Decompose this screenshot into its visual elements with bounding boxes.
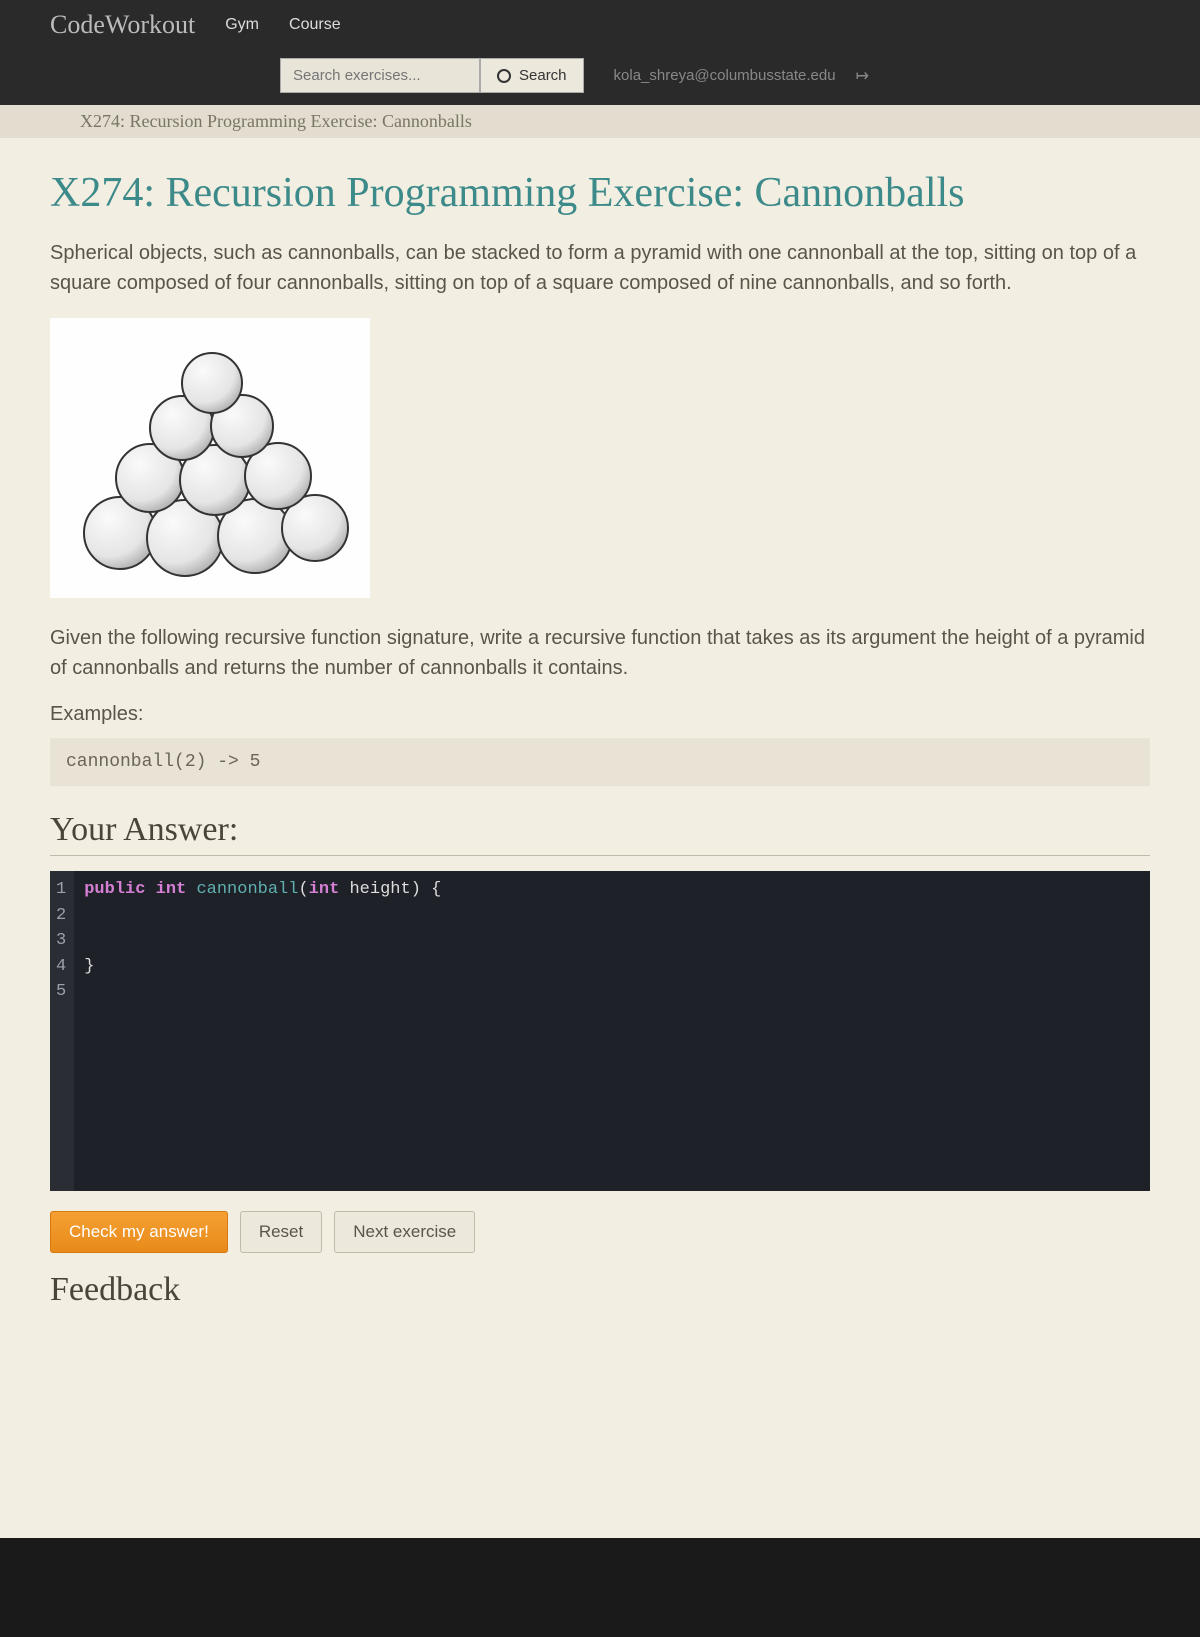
code-line: [84, 928, 1140, 954]
answer-heading: Your Answer:: [50, 811, 1150, 856]
code-editor[interactable]: 1 2 3 4 5 public int cannonball(int heig…: [50, 871, 1150, 1191]
nav-gym[interactable]: Gym: [225, 16, 259, 34]
line-gutter: 1 2 3 4 5: [50, 871, 74, 1191]
content-area: X274: Recursion Programming Exercise: Ca…: [0, 138, 1200, 1538]
code-line: }: [84, 954, 1140, 980]
feedback-heading: Feedback: [50, 1271, 1150, 1309]
search-input[interactable]: [280, 58, 480, 93]
examples-label: Examples:: [50, 703, 1150, 726]
line-number: 4: [56, 954, 66, 980]
example-code: cannonball(2) -> 5: [50, 738, 1150, 786]
breadcrumb: X274: Recursion Programming Exercise: Ca…: [0, 105, 1200, 138]
line-number: 2: [56, 903, 66, 929]
search-button[interactable]: Search: [480, 58, 584, 93]
line-number: 5: [56, 979, 66, 1005]
check-answer-button[interactable]: Check my answer!: [50, 1211, 228, 1253]
illustration: [50, 318, 370, 598]
search-button-label: Search: [519, 67, 567, 84]
code-line: public int cannonball(int height) {: [84, 877, 1140, 903]
action-buttons: Check my answer! Reset Next exercise: [50, 1211, 1150, 1253]
code-line: [84, 903, 1140, 929]
line-number: 3: [56, 928, 66, 954]
code-line: [84, 979, 1140, 1005]
code-area[interactable]: public int cannonball(int height) { }: [74, 871, 1150, 1191]
nav-course[interactable]: Course: [289, 16, 341, 34]
instruction-text: Given the following recursive function s…: [50, 623, 1150, 683]
page-title: X274: Recursion Programming Exercise: Ca…: [50, 168, 1150, 218]
next-exercise-button[interactable]: Next exercise: [334, 1211, 475, 1253]
search-bar: Search kola_shreya@columbusstate.edu ↦: [0, 50, 1200, 105]
navbar: CodeWorkout Gym Course: [0, 0, 1200, 50]
user-email[interactable]: kola_shreya@columbusstate.edu: [614, 67, 836, 84]
reset-button[interactable]: Reset: [240, 1211, 322, 1253]
line-number: 1: [56, 877, 66, 903]
logout-icon[interactable]: ↦: [856, 66, 869, 86]
brand-logo[interactable]: CodeWorkout: [50, 10, 195, 40]
problem-description: Spherical objects, such as cannonballs, …: [50, 238, 1150, 298]
cannonball-pyramid-icon: [70, 338, 350, 578]
